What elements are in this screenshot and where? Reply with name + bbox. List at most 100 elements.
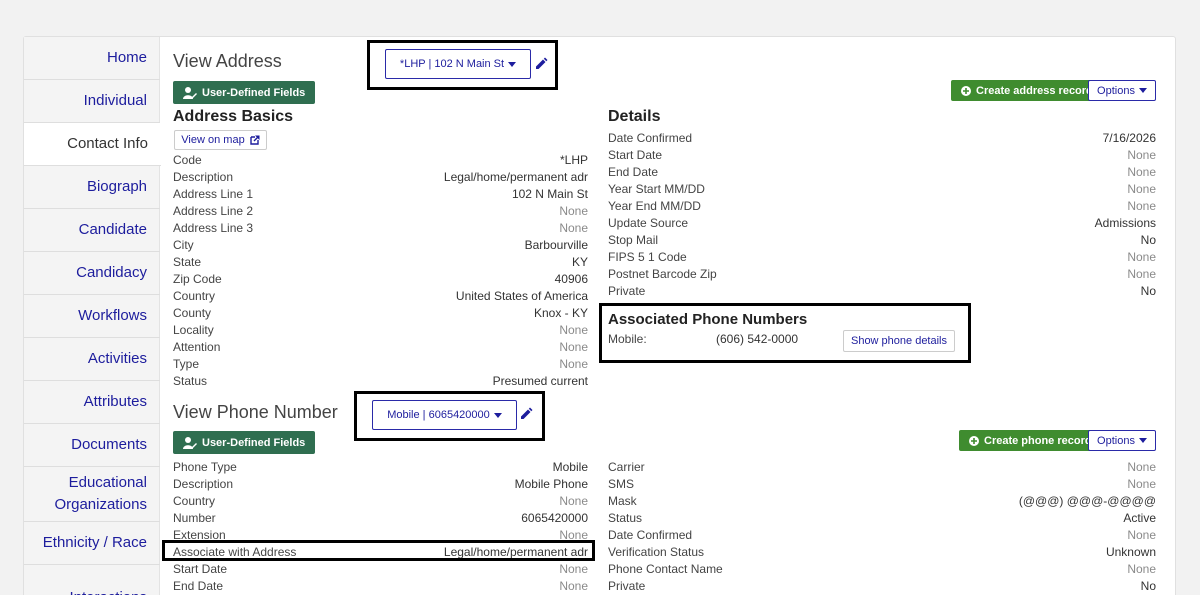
caret-down-icon	[1138, 88, 1147, 93]
detail-value: None	[1127, 148, 1156, 162]
detail-value: Barbourville	[524, 238, 588, 252]
sidebar-nav: Home Individual Contact Info Biograph Ca…	[24, 37, 161, 595]
sidebar-item-workflows[interactable]: Workflows	[24, 295, 160, 338]
detail-row: Status Presumed current	[173, 373, 588, 390]
sidebar-item-individual[interactable]: Individual	[24, 80, 160, 123]
udf-button-label: User-Defined Fields	[202, 436, 306, 449]
address-basics-title: Address Basics	[173, 108, 294, 125]
sidebar-item-label: Workflows	[78, 307, 147, 324]
detail-row: State KY	[173, 254, 588, 271]
detail-label: Description	[173, 170, 234, 184]
detail-row: Start Date None	[608, 147, 1156, 164]
detail-value: None	[1127, 165, 1156, 179]
sidebar-item-home[interactable]: Home	[24, 37, 160, 80]
detail-label: Address Line 2	[173, 204, 254, 218]
detail-row: Start Date None	[173, 561, 588, 578]
sidebar-item-label: Individual	[83, 92, 147, 109]
phone-selector-callout	[354, 391, 545, 441]
detail-label: Mask	[608, 494, 637, 508]
detail-row: Address Line 1 102 N Main St	[173, 186, 588, 203]
detail-row: Date Confirmed None	[608, 527, 1156, 544]
sidebar-item-attributes[interactable]: Attributes	[24, 381, 160, 424]
detail-value: None	[559, 357, 588, 371]
detail-value: 6065420000	[521, 511, 588, 525]
detail-label: Carrier	[608, 460, 645, 474]
view-on-map-button[interactable]: View on map	[174, 130, 267, 150]
detail-label: FIPS 5 1 Code	[608, 250, 687, 264]
detail-label: Phone Contact Name	[608, 562, 723, 576]
view-on-map-label: View on map	[181, 134, 245, 146]
detail-row: Locality None	[173, 322, 588, 339]
detail-label: Zip Code	[173, 272, 222, 286]
detail-row: Mask (@@@) @@@-@@@@	[608, 493, 1156, 510]
create-phone-record-button[interactable]: Create phone record	[959, 430, 1102, 451]
detail-row: Date Confirmed 7/16/2026	[608, 130, 1156, 147]
sidebar-item-activities[interactable]: Activities	[24, 338, 160, 381]
detail-label: Verification Status	[608, 545, 705, 559]
sidebar-item-label: Ethnicity / Race	[42, 534, 147, 551]
sidebar-item-label: Contact Info	[67, 135, 148, 152]
detail-row: Country None	[173, 493, 588, 510]
sidebar-item-label: Attributes	[83, 393, 147, 410]
sidebar-item-label: Activities	[87, 350, 147, 367]
detail-value: Unknown	[1105, 545, 1156, 559]
sidebar-item-ethnicity-race[interactable]: Ethnicity / Race	[24, 522, 160, 565]
detail-label: Year End MM/DD	[608, 199, 701, 213]
sidebar-item-candidacy[interactable]: Candidacy	[24, 252, 160, 295]
sidebar-item-educational-organizations[interactable]: Educational Organizations	[24, 467, 160, 522]
detail-value: Mobile	[552, 460, 588, 474]
sidebar-item-biograph[interactable]: Biograph	[24, 166, 160, 209]
address-udf-button[interactable]: User-Defined Fields	[173, 81, 316, 104]
detail-value: None	[1127, 182, 1156, 196]
detail-value: United States of America	[455, 289, 588, 303]
detail-label: Attention	[173, 340, 221, 354]
options-button-label: Options	[1097, 84, 1135, 97]
detail-row: Description Legal/home/permanent adr	[173, 169, 588, 186]
detail-value: None	[1127, 528, 1156, 542]
detail-label: Private	[608, 284, 646, 298]
detail-row: Status Active	[608, 510, 1156, 527]
plus-circle-icon	[961, 85, 971, 96]
sidebar-item-interactions[interactable]: Interactions	[24, 577, 160, 595]
phone-udf-button[interactable]: User-Defined Fields	[173, 431, 316, 454]
sidebar-item-contact-info[interactable]: Contact Info	[24, 123, 161, 166]
phone-options-button[interactable]: Options	[1088, 430, 1156, 451]
detail-value: None	[559, 204, 588, 218]
detail-label: End Date	[608, 165, 659, 179]
detail-label: Start Date	[173, 562, 228, 576]
detail-label: State	[173, 255, 202, 269]
sidebar-item-label: Documents	[71, 436, 147, 453]
details-title: Details	[608, 108, 661, 125]
detail-label: Country	[173, 289, 216, 303]
detail-row: Postnet Barcode Zip None	[608, 266, 1156, 283]
detail-label: Stop Mail	[608, 233, 659, 247]
plus-circle-icon	[969, 435, 979, 446]
detail-label: Address Line 1	[173, 187, 254, 201]
detail-value: No	[1140, 284, 1156, 298]
detail-row: Update Source Admissions	[608, 215, 1156, 232]
detail-row: Number 6065420000	[173, 510, 588, 527]
detail-row: Code *LHP	[173, 152, 588, 169]
main-panel: Home Individual Contact Info Biograph Ca…	[23, 36, 1176, 595]
detail-value: 102 N Main St	[511, 187, 588, 201]
detail-label: Date Confirmed	[608, 131, 693, 145]
detail-row: FIPS 5 1 Code None	[608, 249, 1156, 266]
detail-label: Status	[608, 511, 643, 525]
detail-value: None	[1127, 562, 1156, 576]
detail-value: None	[1127, 250, 1156, 264]
sidebar-item-documents[interactable]: Documents	[24, 424, 160, 467]
detail-value: None	[559, 562, 588, 576]
detail-label: County	[173, 306, 212, 320]
external-link-icon	[249, 135, 260, 145]
detail-row: Stop Mail No	[608, 232, 1156, 249]
associate-address-callout	[162, 540, 595, 561]
create-address-record-button[interactable]: Create address record	[951, 80, 1103, 101]
address-options-button[interactable]: Options	[1088, 80, 1156, 101]
detail-row: Attention None	[173, 339, 588, 356]
detail-label: Address Line 3	[173, 221, 254, 235]
sidebar-item-candidate[interactable]: Candidate	[24, 209, 160, 252]
address-selector-callout	[367, 40, 558, 90]
detail-label: Year Start MM/DD	[608, 182, 705, 196]
detail-label: Number	[173, 511, 216, 525]
detail-row: Private No	[608, 283, 1156, 300]
